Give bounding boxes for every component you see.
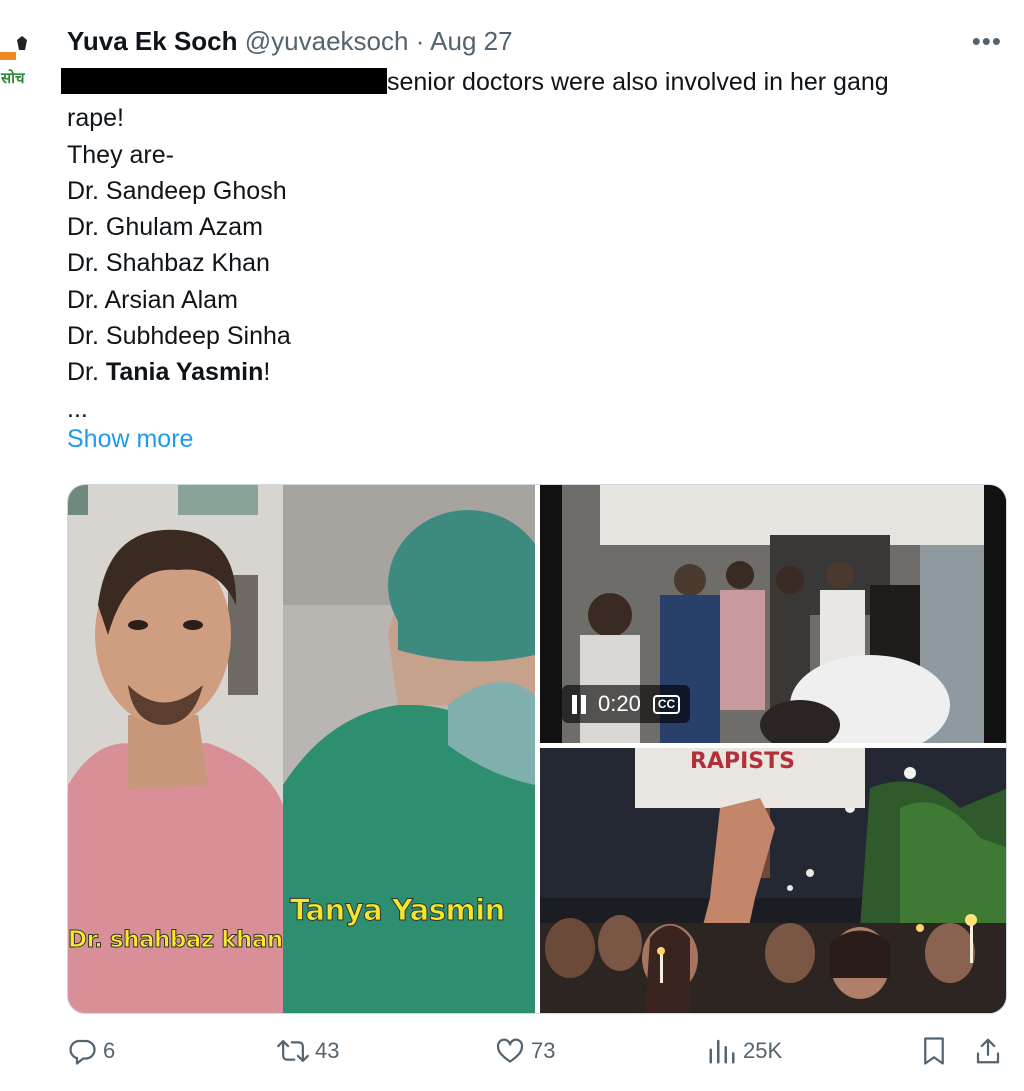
- repost-icon: [277, 1040, 309, 1062]
- video-time: 0:20: [598, 691, 641, 716]
- separator: ·: [415, 26, 425, 56]
- more-icon[interactable]: •••: [972, 26, 1002, 57]
- doctor-name: Dr. Subhdeep Sinha: [67, 322, 291, 351]
- show-more-link[interactable]: Show more: [67, 425, 193, 454]
- doctor-name: Dr. Arsian Alam: [67, 285, 238, 314]
- pause-icon[interactable]: [572, 694, 586, 714]
- repost-count: 43: [315, 1038, 340, 1063]
- text-line-1: senior doctors were also involved in her…: [61, 64, 987, 100]
- author-handle[interactable]: @yuvaeksoch: [245, 26, 409, 56]
- views-icon: [709, 1039, 735, 1064]
- cc-icon[interactable]: CC: [652, 694, 681, 714]
- reply-icon: [69, 1039, 96, 1065]
- bookmark-icon: [924, 1037, 944, 1065]
- caption-shahbaz: Dr. shahbaz khan: [68, 927, 284, 954]
- image-protest[interactable]: RAPISTS: [540, 748, 1006, 1013]
- text-line-2: rape!: [67, 104, 124, 133]
- share-button[interactable]: [974, 1036, 1002, 1066]
- repost-button[interactable]: 43: [277, 1036, 339, 1066]
- redaction-bar: [61, 68, 387, 94]
- caption-tanya: Tanya Yasmin: [290, 893, 506, 928]
- doctor-name: Dr. Ghulam Azam: [67, 213, 263, 242]
- action-bar: 6 43 73 25K: [67, 1036, 1007, 1072]
- text-ellipsis: ...: [67, 394, 88, 423]
- media-grid: Dr. shahbaz khan Tanya Yasmin 0:20 CC RA…: [67, 484, 1007, 1014]
- doctor-name: Dr. Shahbaz Khan: [67, 249, 270, 278]
- views-count: 25K: [743, 1038, 783, 1063]
- like-button[interactable]: 73: [495, 1036, 555, 1066]
- author-name[interactable]: Yuva Ek Soch: [67, 26, 238, 56]
- bookmark-button[interactable]: [920, 1036, 948, 1066]
- doctor-name: Dr. Sandeep Ghosh: [67, 176, 287, 205]
- tweet-text: senior doctors were also involved in her…: [61, 64, 987, 427]
- video-player[interactable]: 0:20 CC: [540, 485, 1006, 743]
- text-line-3: They are-: [67, 140, 174, 169]
- tweet-date[interactable]: Aug 27: [430, 26, 512, 56]
- doctor-name-last: Dr. Tania Yasmin!: [67, 358, 271, 387]
- tweet-header: Yuva Ek Soch @yuvaeksoch · Aug 27: [67, 24, 513, 58]
- share-icon: [976, 1038, 1000, 1064]
- avatar[interactable]: सोच: [0, 30, 44, 90]
- views-button[interactable]: 25K: [707, 1036, 782, 1066]
- video-controls: 0:20 CC: [562, 685, 691, 723]
- image-doctors[interactable]: Dr. shahbaz khan Tanya Yasmin: [68, 485, 535, 1013]
- like-count: 73: [531, 1038, 556, 1063]
- reply-count: 6: [103, 1038, 116, 1063]
- svg-text:RAPISTS: RAPISTS: [690, 749, 795, 774]
- svg-text:सोच: सोच: [0, 69, 26, 87]
- like-icon: [496, 1038, 524, 1063]
- reply-button[interactable]: 6: [67, 1036, 115, 1066]
